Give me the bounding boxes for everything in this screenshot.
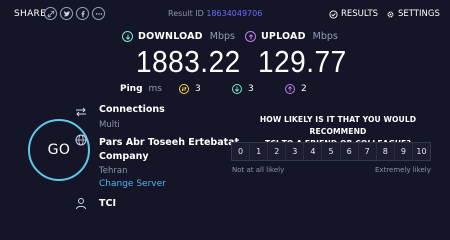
connections-icon <box>76 107 86 117</box>
scale-option-3[interactable]: 3 <box>286 143 305 160</box>
connections-value: Multi <box>99 120 120 130</box>
survey-question-line1: HOW LIKELY IS IT THAT YOU WOULD RECOMMEN… <box>259 115 417 136</box>
results-icon <box>329 9 338 19</box>
download-header: DOWNLOAD Mbps <box>122 31 235 42</box>
upload-latency-icon <box>285 84 295 94</box>
ping-upload-value: 2 <box>301 84 307 94</box>
upload-speed-value: 129.77 <box>258 45 347 79</box>
ping-idle: 3 <box>179 84 201 94</box>
ping-row: Ping ms <box>120 84 162 94</box>
scale-option-0[interactable]: 0 <box>232 143 251 160</box>
globe-icon <box>75 134 87 146</box>
server-name-line2: Company <box>99 151 149 162</box>
download-speed-value: 1883.22 <box>136 45 241 79</box>
ping-label: Ping <box>120 84 143 94</box>
result-id: Result ID 18634049706 <box>168 9 262 18</box>
ping-idle-value: 3 <box>195 84 201 94</box>
upload-header: UPLOAD Mbps <box>245 31 338 42</box>
server-location: Tehran <box>99 166 128 176</box>
upload-arrow-icon <box>245 31 256 42</box>
idle-latency-icon <box>179 84 189 94</box>
scale-option-9[interactable]: 9 <box>394 143 413 160</box>
download-label: DOWNLOAD <box>138 31 203 42</box>
upload-label: UPLOAD <box>261 31 306 42</box>
go-button[interactable]: GO <box>28 119 90 181</box>
scale-high-label: Extremely likely <box>375 166 431 174</box>
scale-option-7[interactable]: 7 <box>358 143 377 160</box>
ping-download: 3 <box>232 84 254 94</box>
share-label: SHARE <box>14 9 47 19</box>
recommend-scale: 0 1 2 3 4 5 6 7 8 9 10 <box>231 142 431 161</box>
ping-download-value: 3 <box>248 84 254 94</box>
isp-name: TCI <box>99 198 116 209</box>
server-name-line1: Pars Abr Toseeh Ertebatat <box>99 137 240 148</box>
facebook-icon[interactable] <box>76 7 89 20</box>
ping-unit: ms <box>148 84 162 94</box>
connections-title: Connections <box>99 104 165 115</box>
results-button[interactable]: RESULTS <box>329 9 378 19</box>
top-bar: SHARE Result ID 18634049706 RESULTS SETT… <box>0 0 450 28</box>
upload-unit: Mbps <box>312 31 338 42</box>
user-icon <box>76 198 86 209</box>
result-id-value[interactable]: 18634049706 <box>206 9 262 18</box>
download-arrow-icon <box>122 31 133 42</box>
link-icon[interactable] <box>44 7 57 20</box>
gear-icon <box>387 11 394 17</box>
scale-option-1[interactable]: 1 <box>250 143 269 160</box>
twitter-icon[interactable] <box>60 7 73 20</box>
more-icon[interactable] <box>92 7 105 20</box>
scale-option-8[interactable]: 8 <box>376 143 395 160</box>
scale-low-label: Not at all likely <box>232 166 285 174</box>
settings-label: SETTINGS <box>398 9 440 19</box>
download-unit: Mbps <box>209 31 235 42</box>
change-server-link[interactable]: Change Server <box>99 179 166 189</box>
scale-option-10[interactable]: 10 <box>412 143 431 160</box>
scale-option-2[interactable]: 2 <box>268 143 287 160</box>
result-id-label: Result ID <box>168 9 204 18</box>
scale-option-4[interactable]: 4 <box>304 143 323 160</box>
download-latency-icon <box>232 84 242 94</box>
ping-upload: 2 <box>285 84 307 94</box>
results-label: RESULTS <box>341 9 379 19</box>
settings-button[interactable]: SETTINGS <box>386 9 440 19</box>
scale-option-5[interactable]: 5 <box>322 143 341 160</box>
scale-option-6[interactable]: 6 <box>340 143 359 160</box>
